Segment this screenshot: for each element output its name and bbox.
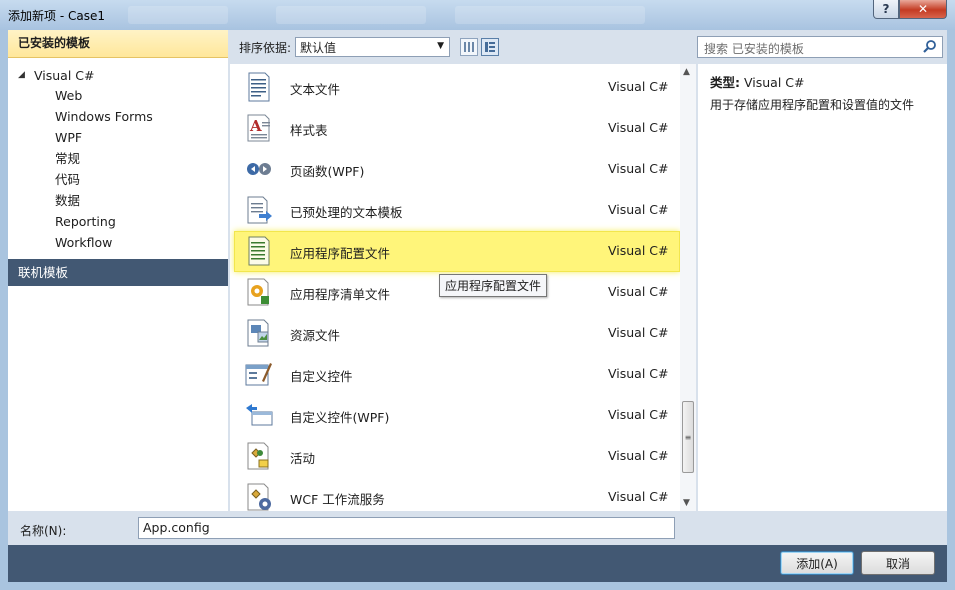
template-name: WCF 工作流服务 [290,492,385,507]
title-bar: 添加新项 - Case1 ? ✕ [0,0,955,30]
wcf-workflow-icon [247,483,271,511]
custom-control-wpf-icon [246,404,273,426]
template-language: Visual C# [608,448,669,463]
template-language: Visual C# [608,284,669,299]
name-label: 名称(N): [20,524,67,538]
search-placeholder: 搜索 已安装的模板 [704,42,804,56]
template-item-custom-control[interactable]: 自定义控件 Visual C# [230,354,680,395]
help-button[interactable]: ? [873,0,899,19]
template-language: Visual C# [608,161,669,176]
template-name: 文本文件 [290,82,341,97]
type-value: Visual C# [743,75,805,90]
template-name: 样式表 [290,123,328,138]
template-tooltip: 应用程序配置文件 [439,274,548,297]
template-item-activity[interactable]: 活动 Visual C# [230,436,680,477]
template-language: Visual C# [608,202,669,217]
svg-text:A: A [249,117,262,135]
template-item-text-file[interactable]: 文本文件 Visual C# [230,67,680,108]
template-language: Visual C# [608,325,669,340]
template-name: 应用程序配置文件 [290,246,391,261]
text-file-icon [248,72,270,102]
tree-item-general[interactable]: 常规 [55,148,80,169]
template-language: Visual C# [608,120,669,135]
template-category-panel: 已安装的模板 ◢ Visual C# Web Windows Forms WPF… [8,30,228,511]
dialog-client: 已安装的模板 ◢ Visual C# Web Windows Forms WPF… [8,30,947,582]
scrollbar-thumb[interactable]: ≡ [682,401,694,473]
template-name: 已预处理的文本模板 [290,205,403,220]
template-item-wcf-workflow-service[interactable]: WCF 工作流服务 Visual C# [230,477,680,511]
resource-file-icon [247,319,269,347]
template-language: Visual C# [608,79,669,94]
manifest-file-icon [247,278,269,306]
installed-templates-header[interactable]: 已安装的模板 [8,30,228,58]
background-ghost [128,6,228,24]
sort-dropdown-value: 默认值 [300,40,337,55]
cancel-button[interactable]: 取消 [861,551,935,575]
list-view-icon [485,42,496,52]
tree-item-code[interactable]: 代码 [55,169,80,190]
template-item-resource-file[interactable]: 资源文件 Visual C# [230,313,680,354]
type-label: 类型: [710,75,740,90]
template-details-panel: 类型: Visual C# 用于存储应用程序配置和设置值的文件 [698,64,947,511]
sort-dropdown[interactable]: 默认值 ▼ [295,37,451,57]
template-item-page-function[interactable]: 页函数(WPF) Visual C# [230,149,680,190]
background-ghost [455,6,645,24]
add-button[interactable]: 添加(A) [780,551,854,575]
type-row: 类型: Visual C# [710,72,804,91]
config-file-icon [248,236,270,266]
small-icons-view-button[interactable] [460,38,479,56]
template-language: Visual C# [608,243,669,258]
tree-item-web[interactable]: Web [55,85,82,106]
tree-root-visual-csharp[interactable]: ◢ Visual C# [18,66,95,84]
template-item-custom-control-wpf[interactable]: 自定义控件(WPF) Visual C# [230,395,680,436]
scroll-down-arrow-icon[interactable]: ▼ [683,498,690,508]
tree-item-windows-forms[interactable]: Windows Forms [55,106,153,127]
search-icon[interactable] [922,39,938,55]
custom-control-icon [245,363,272,386]
preprocessed-template-icon [247,196,272,224]
template-name: 自定义控件(WPF) [290,410,390,425]
online-templates-item[interactable]: 联机模板 [8,259,228,286]
search-installed-templates-input[interactable]: 搜索 已安装的模板 [697,36,943,58]
template-item-stylesheet[interactable]: A 样式表 Visual C# [230,108,680,149]
close-button[interactable]: ✕ [899,0,947,19]
template-item-preprocessed-template[interactable]: 已预处理的文本模板 Visual C# [230,190,680,231]
template-item-app-config[interactable]: 应用程序配置文件 Visual C# [230,231,680,272]
page-function-icon [247,163,271,175]
window-title: 添加新项 - Case1 [8,9,105,23]
template-list: 文本文件 Visual C# A 样式表 Visual C# 页函数(WPF) … [230,64,696,511]
dropdown-arrow-icon: ▼ [437,41,445,51]
tree-root-label: Visual C# [34,67,95,83]
expand-triangle-icon[interactable]: ◢ [18,70,34,80]
tree-item-workflow[interactable]: Workflow [55,232,112,253]
sort-label: 排序依据: [239,40,292,55]
template-language: Visual C# [608,366,669,381]
template-language: Visual C# [608,407,669,422]
template-list-scrollbar[interactable]: ▲ ≡ ▼ [680,64,696,511]
template-name: 资源文件 [290,328,341,343]
template-language: Visual C# [608,489,669,504]
template-name: 活动 [290,451,316,466]
sort-toolbar: 排序依据: 默认值 ▼ [230,30,696,64]
activity-icon [247,442,269,470]
background-ghost [276,6,426,24]
name-input[interactable]: App.config [138,517,675,539]
template-name: 应用程序清单文件 [290,287,391,302]
template-description: 用于存储应用程序配置和设置值的文件 [710,98,915,112]
template-name: 自定义控件 [290,369,353,384]
template-name: 页函数(WPF) [290,164,365,179]
grid-view-icon [464,42,475,52]
tree-item-wpf[interactable]: WPF [55,127,82,148]
medium-icons-view-button[interactable] [481,38,500,56]
scroll-up-arrow-icon[interactable]: ▲ [683,67,690,77]
stylesheet-icon: A [247,114,270,142]
tree-item-reporting[interactable]: Reporting [55,211,116,232]
tree-item-data[interactable]: 数据 [55,190,80,211]
